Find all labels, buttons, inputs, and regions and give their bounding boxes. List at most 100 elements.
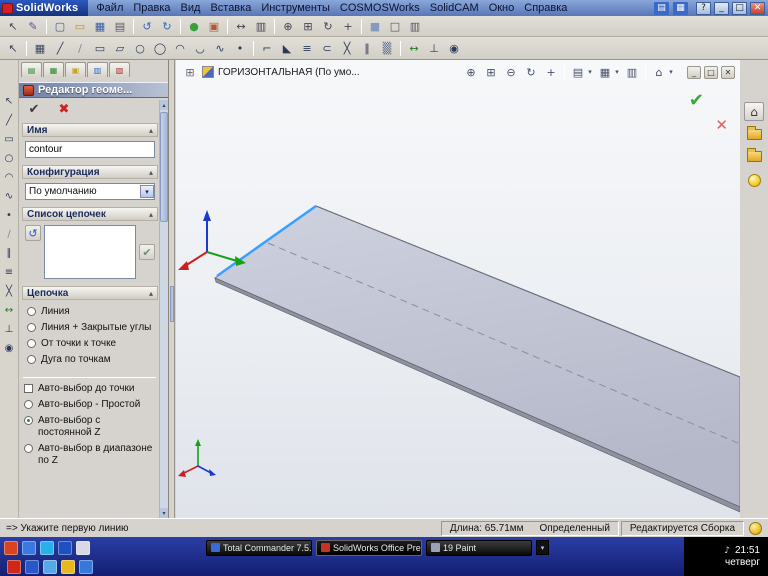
- menu-view[interactable]: Вид: [176, 1, 206, 15]
- quick-launch-2-icon[interactable]: [22, 540, 36, 555]
- select-icon[interactable]: ↖: [4, 40, 22, 57]
- arc-icon[interactable]: ◠: [171, 40, 189, 57]
- help-button[interactable]: ?: [696, 1, 711, 15]
- pan-icon[interactable]: +: [339, 18, 357, 35]
- circle-icon[interactable]: ○: [131, 40, 149, 57]
- radio-line-closed-corners[interactable]: Линия + Закрытые углы: [25, 320, 155, 336]
- mass-properties-icon[interactable]: ▥: [252, 18, 270, 35]
- collapse-chevron-icon[interactable]: ▴: [149, 210, 153, 219]
- spline-tool-icon[interactable]: ∿: [1, 188, 18, 205]
- zoom-area-icon[interactable]: ⊞: [482, 64, 500, 81]
- collapse-chevron-icon[interactable]: ▴: [149, 168, 153, 177]
- doc-close-button[interactable]: ✕: [721, 65, 735, 79]
- scroll-up-icon[interactable]: ▴: [160, 100, 168, 110]
- zoom-fit-icon[interactable]: ⊕: [462, 64, 480, 81]
- radio-auto-range-z[interactable]: Авто-выбор в диапазоне по Z: [22, 441, 158, 469]
- pan-icon[interactable]: +: [542, 64, 560, 81]
- new-document-icon[interactable]: ▢: [51, 18, 69, 35]
- measure-icon[interactable]: ↔: [232, 18, 250, 35]
- dimension-tool-icon[interactable]: ↔: [1, 302, 18, 319]
- zoom-fit-icon[interactable]: ⊕: [279, 18, 297, 35]
- scroll-down-icon[interactable]: ▾: [160, 508, 168, 518]
- snap-tool-icon[interactable]: ◉: [1, 340, 18, 357]
- centerline-tool-icon[interactable]: ∕: [1, 226, 18, 243]
- mirror-icon[interactable]: ∥: [358, 40, 376, 57]
- sketch-icon[interactable]: ✎: [24, 18, 42, 35]
- task-solidworks[interactable]: SolidWorks Office Pre...: [316, 539, 422, 556]
- rectangle-icon[interactable]: ▭: [91, 40, 109, 57]
- print-icon[interactable]: ▤: [111, 18, 129, 35]
- menu-window[interactable]: Окно: [484, 1, 520, 15]
- confirm-ok-icon[interactable]: ✔: [689, 90, 704, 111]
- rotate-view-icon[interactable]: ↻: [522, 64, 540, 81]
- menu-edit[interactable]: Правка: [128, 1, 175, 15]
- panel-splitter-handle[interactable]: [170, 286, 174, 322]
- undo-icon[interactable]: ↺: [138, 18, 156, 35]
- chamfer-icon[interactable]: ◣: [278, 40, 296, 57]
- graphics-area[interactable]: ⊞ ГОРИЗОНТАЛЬНАЯ (По умо... ⊕ ⊞ ⊖ ↻ + ▤ ▾ ▦ ▾ ▥ ⌂ ▾…: [176, 60, 740, 518]
- menu-help[interactable]: Справка: [519, 1, 572, 15]
- add-relation-icon[interactable]: ⊥: [425, 40, 443, 57]
- quick-launch-6-icon[interactable]: [7, 559, 21, 574]
- tab-featuremanager-icon[interactable]: ▤: [21, 62, 42, 77]
- redo-icon[interactable]: ↻: [158, 18, 176, 35]
- rebuild-icon[interactable]: ●: [185, 18, 203, 35]
- radio-arc-by-points[interactable]: Дуга по точкам: [25, 352, 155, 368]
- radio-line[interactable]: Линия: [25, 304, 155, 320]
- view-orientation-icon[interactable]: ⌂: [650, 64, 668, 81]
- section-view-icon[interactable]: ▥: [406, 18, 424, 35]
- task-paint[interactable]: 19 Paint: [426, 539, 532, 556]
- offset-icon[interactable]: ≡: [298, 40, 316, 57]
- select-tool-icon[interactable]: ↖: [4, 18, 22, 35]
- doc-restore-button[interactable]: □: [704, 65, 718, 79]
- rotate-view-icon[interactable]: ↻: [319, 18, 337, 35]
- name-input[interactable]: [25, 141, 155, 158]
- tab-propertymanager-icon[interactable]: ▦: [43, 62, 64, 77]
- chevron-down-icon[interactable]: ▾: [140, 185, 154, 198]
- file-explorer-folder-icon[interactable]: [746, 126, 762, 140]
- display-style-icon[interactable]: ▦: [596, 64, 614, 81]
- chain-listbox[interactable]: [44, 225, 136, 279]
- status-note-icon[interactable]: [749, 521, 762, 535]
- home-icon[interactable]: ⌂: [744, 102, 764, 121]
- undo-selection-icon[interactable]: ↺: [25, 225, 41, 241]
- rectangle-tool-icon[interactable]: ▭: [1, 131, 18, 148]
- centerline-icon[interactable]: ∕: [71, 40, 89, 57]
- search-folder-icon[interactable]: [746, 148, 762, 162]
- task-total-commander[interactable]: Total Commander 7.5...: [206, 539, 312, 556]
- dropdown-arrow-icon[interactable]: ▾: [613, 64, 621, 81]
- quick-launch-8-icon[interactable]: [43, 559, 57, 574]
- close-button[interactable]: ✕: [750, 1, 765, 15]
- panel-scrollbar[interactable]: ▴ ▾: [159, 100, 168, 518]
- line-tool-icon[interactable]: ╱: [1, 112, 18, 129]
- workgroup-pdm-icon[interactable]: ▤: [654, 1, 669, 15]
- accept-chain-icon[interactable]: ✔: [139, 244, 155, 260]
- viewport-splitter-icon[interactable]: ⊞: [181, 64, 199, 81]
- standard-views-icon[interactable]: ▤: [569, 64, 587, 81]
- mirror-tool-icon[interactable]: ∥: [1, 245, 18, 262]
- parallelogram-icon[interactable]: ▱: [111, 40, 129, 57]
- sketch-grid-icon[interactable]: ▦: [31, 40, 49, 57]
- volume-icon[interactable]: ♪: [724, 546, 730, 556]
- circle-tool-icon[interactable]: ○: [1, 150, 18, 167]
- spline-icon[interactable]: ∿: [211, 40, 229, 57]
- radio-auto-constant-z[interactable]: Авто-выбор с постоянной Z: [22, 413, 158, 441]
- maximize-button[interactable]: □: [732, 1, 747, 15]
- menu-insert[interactable]: Вставка: [205, 1, 256, 15]
- wireframe-view-icon[interactable]: □: [386, 18, 404, 35]
- point-tool-icon[interactable]: •: [1, 207, 18, 224]
- quick-launch-9-icon[interactable]: [61, 559, 75, 574]
- quick-launch-5-icon[interactable]: [76, 540, 90, 555]
- zoom-out-icon[interactable]: ⊖: [502, 64, 520, 81]
- chain-group-header[interactable]: Цепочка ▴: [22, 286, 158, 300]
- menu-tools[interactable]: Инструменты: [256, 1, 335, 15]
- trim-icon[interactable]: ╳: [338, 40, 356, 57]
- configuration-select[interactable]: По умолчанию ▾: [25, 183, 155, 200]
- name-group-header[interactable]: Имя ▴: [22, 123, 158, 137]
- relation-tool-icon[interactable]: ⊥: [1, 321, 18, 338]
- lightbulb-icon[interactable]: [747, 174, 761, 187]
- clock[interactable]: 21:51: [735, 545, 760, 556]
- scrollbar-thumb[interactable]: [160, 112, 168, 222]
- select-arrow-icon[interactable]: ↖: [1, 93, 18, 110]
- menu-file[interactable]: Файл: [91, 1, 128, 15]
